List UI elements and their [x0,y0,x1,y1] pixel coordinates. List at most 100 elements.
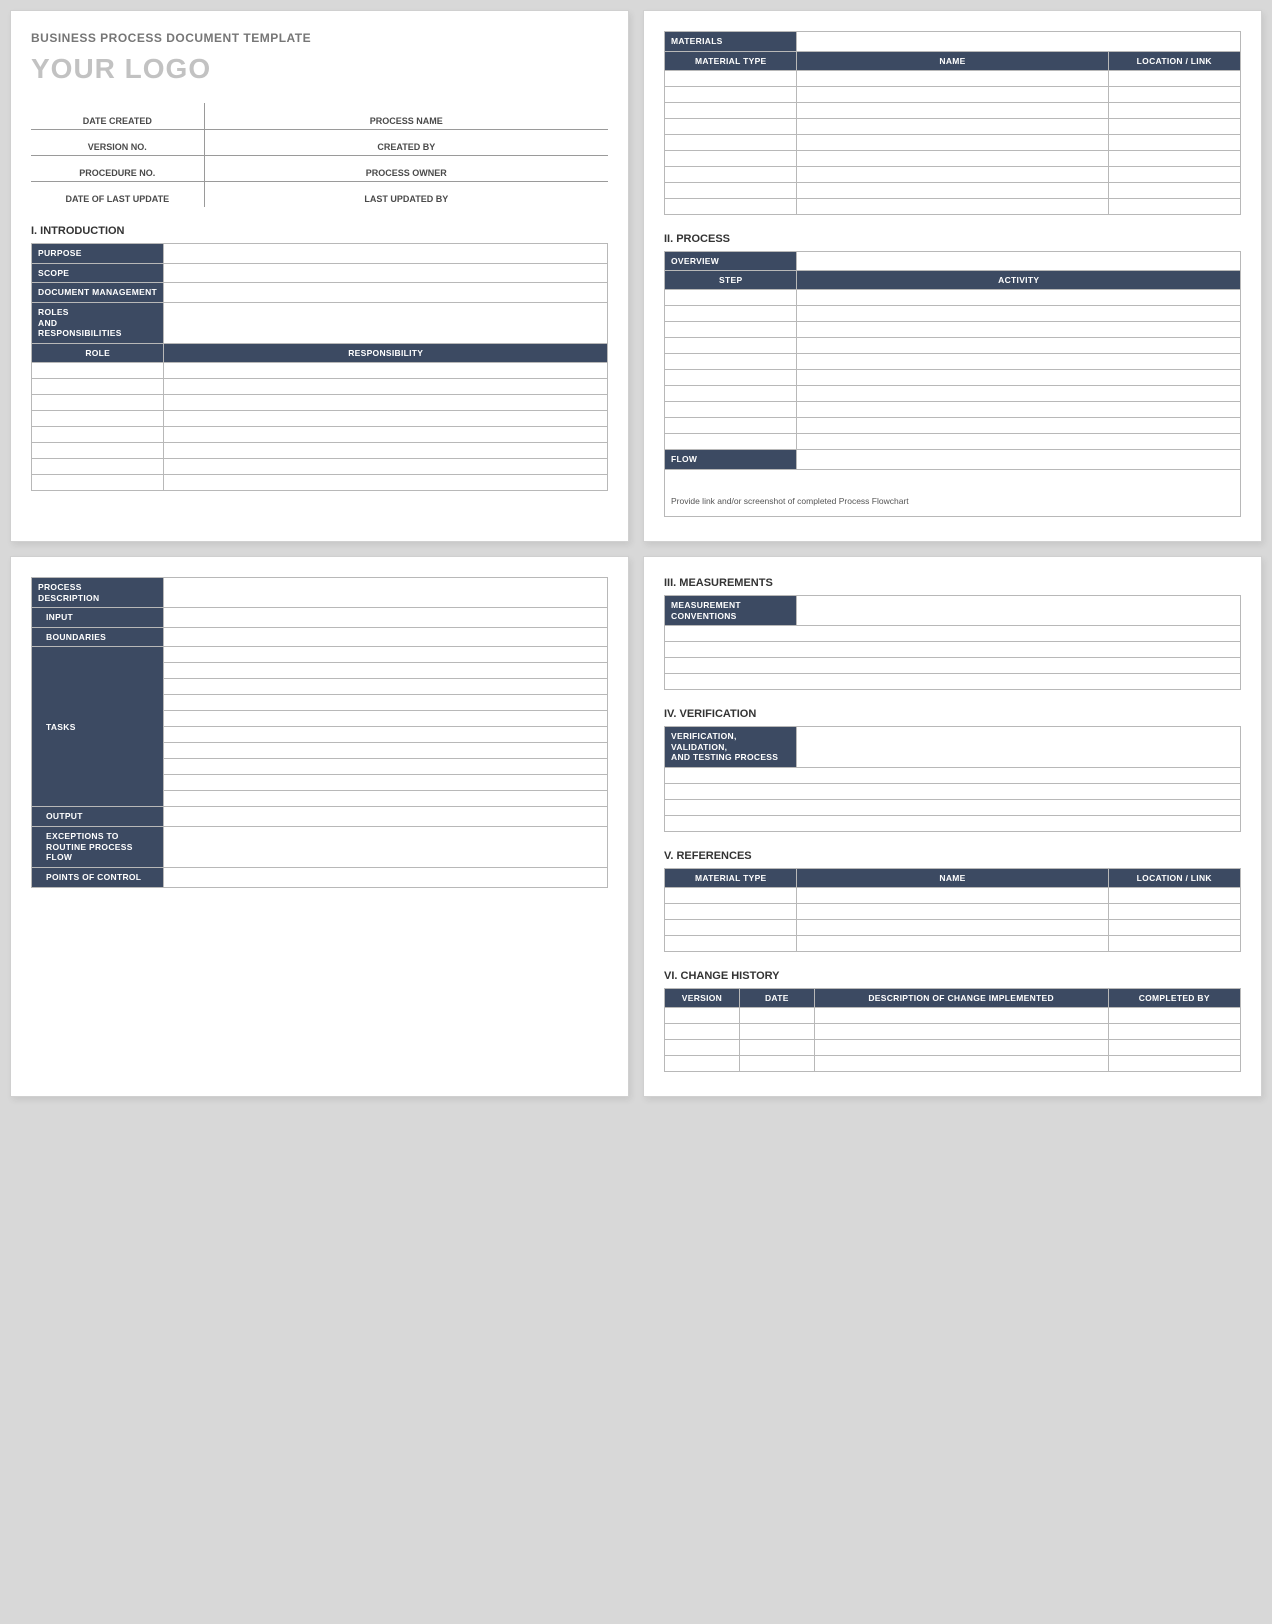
step-cell [665,338,797,354]
role-cell [32,378,164,394]
task-cell [164,679,608,695]
row-overview: OVERVIEW [665,251,797,271]
task-cell [164,711,608,727]
meta-date-last-update: DATE OF LAST UPDATE [31,181,204,207]
resp-cell [164,458,608,474]
table-cell [797,166,1108,182]
introduction-table: PURPOSE SCOPE DOCUMENT MANAGEMENT ROLES … [31,243,608,491]
table-cell [1108,102,1240,118]
step-cell [665,418,797,434]
table-cell [1108,198,1240,214]
table-cell [1108,70,1240,86]
table-cell [665,118,797,134]
materials-table: MATERIALS MATERIAL TYPE NAME LOCATION / … [664,31,1241,215]
task-cell [164,775,608,791]
table-cell [665,658,1241,674]
meta-created-by: CREATED BY [204,129,608,155]
table-cell [665,1008,740,1024]
table-cell [814,1008,1108,1024]
table-cell [665,816,1241,832]
task-cell [164,727,608,743]
table-cell [1108,1056,1240,1072]
activity-cell [797,322,1241,338]
scope-value [164,263,608,283]
table-cell [665,70,797,86]
table-cell [797,904,1108,920]
col-step: STEP [665,271,797,290]
resp-cell [164,378,608,394]
step-cell [665,354,797,370]
resp-cell [164,442,608,458]
overview-value [797,251,1241,271]
process-desc-value [164,577,608,607]
table-cell [1108,134,1240,150]
task-cell [164,791,608,807]
process-description-table: PROCESS DESCRIPTION INPUT BOUNDARIES TAS… [31,577,608,888]
row-boundaries: BOUNDARIES [32,627,164,647]
activity-cell [797,434,1241,450]
resp-cell [164,394,608,410]
table-cell [665,800,1241,816]
step-cell [665,402,797,418]
table-cell [665,86,797,102]
activity-cell [797,354,1241,370]
table-cell [1108,118,1240,134]
role-cell [32,442,164,458]
input-value [164,608,608,628]
row-purpose: PURPOSE [32,244,164,264]
table-cell [1108,1008,1240,1024]
col-material-loc: LOCATION / LINK [1108,51,1240,70]
col-activity: ACTIVITY [797,271,1241,290]
references-table: MATERIAL TYPE NAME LOCATION / LINK [664,868,1241,952]
table-cell [665,166,797,182]
resp-cell [164,410,608,426]
measurements-table: MEASUREMENT CONVENTIONS [664,595,1241,690]
table-cell [665,182,797,198]
col-material-type: MATERIAL TYPE [665,51,797,70]
task-cell [164,743,608,759]
col-role: ROLE [32,343,164,362]
table-cell [665,674,1241,690]
row-scope: SCOPE [32,263,164,283]
role-cell [32,458,164,474]
table-cell [1108,1024,1240,1040]
table-cell [1108,182,1240,198]
table-cell [797,198,1108,214]
activity-cell [797,306,1241,322]
table-cell [814,1040,1108,1056]
meta-process-name: PROCESS NAME [204,103,608,129]
verification-value [797,727,1241,768]
task-cell [164,663,608,679]
task-cell [164,759,608,775]
table-cell [739,1056,814,1072]
col-ch-by: COMPLETED BY [1108,989,1240,1008]
table-cell [1108,920,1240,936]
table-cell [665,920,797,936]
page-3: PROCESS DESCRIPTION INPUT BOUNDARIES TAS… [10,556,629,1097]
document-grid: BUSINESS PROCESS DOCUMENT TEMPLATE YOUR … [10,10,1262,1097]
table-cell [665,1024,740,1040]
table-cell [739,1008,814,1024]
row-roles-resp: ROLES AND RESPONSIBILITIES [32,302,164,343]
row-process-desc: PROCESS DESCRIPTION [32,577,164,607]
section-process: II. PROCESS [664,233,1241,245]
step-cell [665,290,797,306]
section-change-history: VI. CHANGE HISTORY [664,970,1241,982]
role-cell [32,426,164,442]
role-cell [32,410,164,426]
meta-procedure-no: PROCEDURE NO. [31,155,204,181]
task-cell [164,695,608,711]
row-tasks: TASKS [32,647,164,807]
row-output: OUTPUT [32,807,164,827]
step-cell [665,306,797,322]
flow-note: Provide link and/or screenshot of comple… [664,470,1241,517]
row-exceptions: EXCEPTIONS TO ROUTINE PROCESS FLOW [32,827,164,868]
table-cell [797,936,1108,952]
table-cell [665,102,797,118]
row-points-control: POINTS OF CONTROL [32,867,164,887]
meta-date-created: DATE CREATED [31,103,204,129]
task-cell [164,647,608,663]
change-history-table: VERSION DATE DESCRIPTION OF CHANGE IMPLE… [664,988,1241,1072]
col-ch-date: DATE [739,989,814,1008]
table-cell [665,642,1241,658]
